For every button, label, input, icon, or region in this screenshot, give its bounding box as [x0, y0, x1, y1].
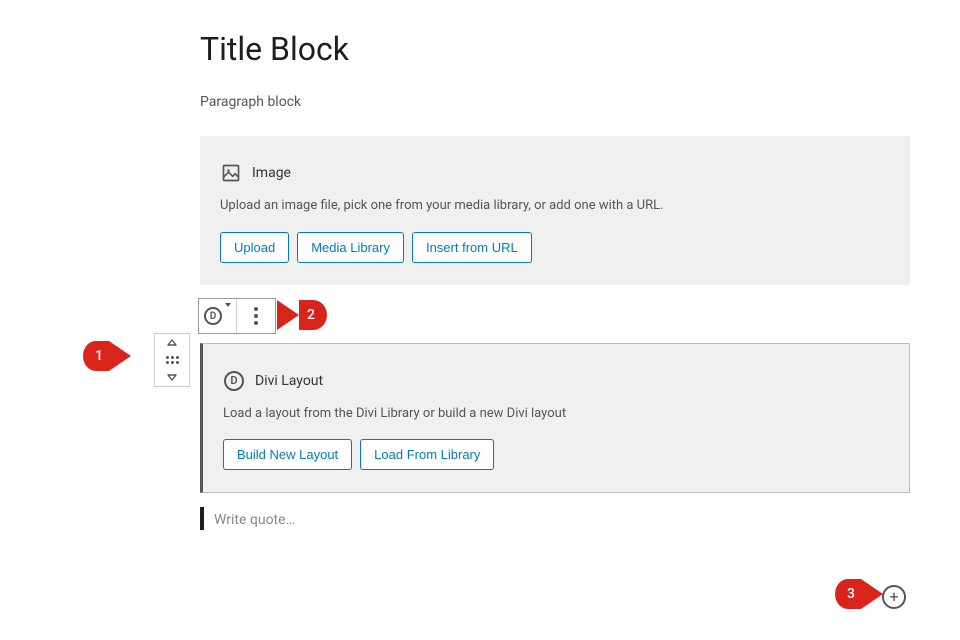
image-block-placeholder[interactable]: Image Upload an image file, pick one fro…: [200, 136, 910, 285]
quote-placeholder: Write quote…: [214, 512, 295, 528]
drag-handle[interactable]: [155, 352, 189, 368]
annotation-callout-1: 1: [83, 341, 131, 371]
page-title[interactable]: Title Block: [200, 30, 910, 68]
build-new-layout-button[interactable]: Build New Layout: [223, 439, 352, 470]
block-mover: [154, 333, 190, 387]
divi-block-description: Load a layout from the Divi Library or b…: [223, 404, 889, 424]
divi-block-title: Divi Layout: [255, 373, 323, 389]
move-up-button[interactable]: [155, 334, 189, 352]
annotation-callout-2: 2: [277, 300, 327, 330]
drag-icon: [166, 356, 179, 364]
divi-layout-block-selected[interactable]: D Divi Layout Load a layout from the Div…: [200, 343, 910, 494]
load-from-library-button[interactable]: Load From Library: [360, 439, 494, 470]
image-block-title: Image: [252, 165, 291, 181]
add-block-button[interactable]: [882, 585, 906, 609]
image-icon: [220, 162, 242, 184]
upload-button[interactable]: Upload: [220, 232, 289, 263]
insert-from-url-button[interactable]: Insert from URL: [412, 232, 532, 263]
divi-icon: D: [223, 370, 245, 392]
block-type-switcher-button[interactable]: D: [199, 299, 237, 333]
more-vertical-icon: [254, 307, 258, 325]
media-library-button[interactable]: Media Library: [297, 232, 404, 263]
more-options-button[interactable]: [237, 299, 275, 333]
paragraph-block[interactable]: Paragraph block: [200, 94, 910, 110]
quote-block[interactable]: Write quote…: [200, 507, 910, 530]
move-down-button[interactable]: [155, 368, 189, 386]
annotation-callout-3: 3: [835, 579, 883, 609]
block-toolbar: D: [198, 298, 276, 334]
image-block-description: Upload an image file, pick one from your…: [220, 196, 890, 216]
